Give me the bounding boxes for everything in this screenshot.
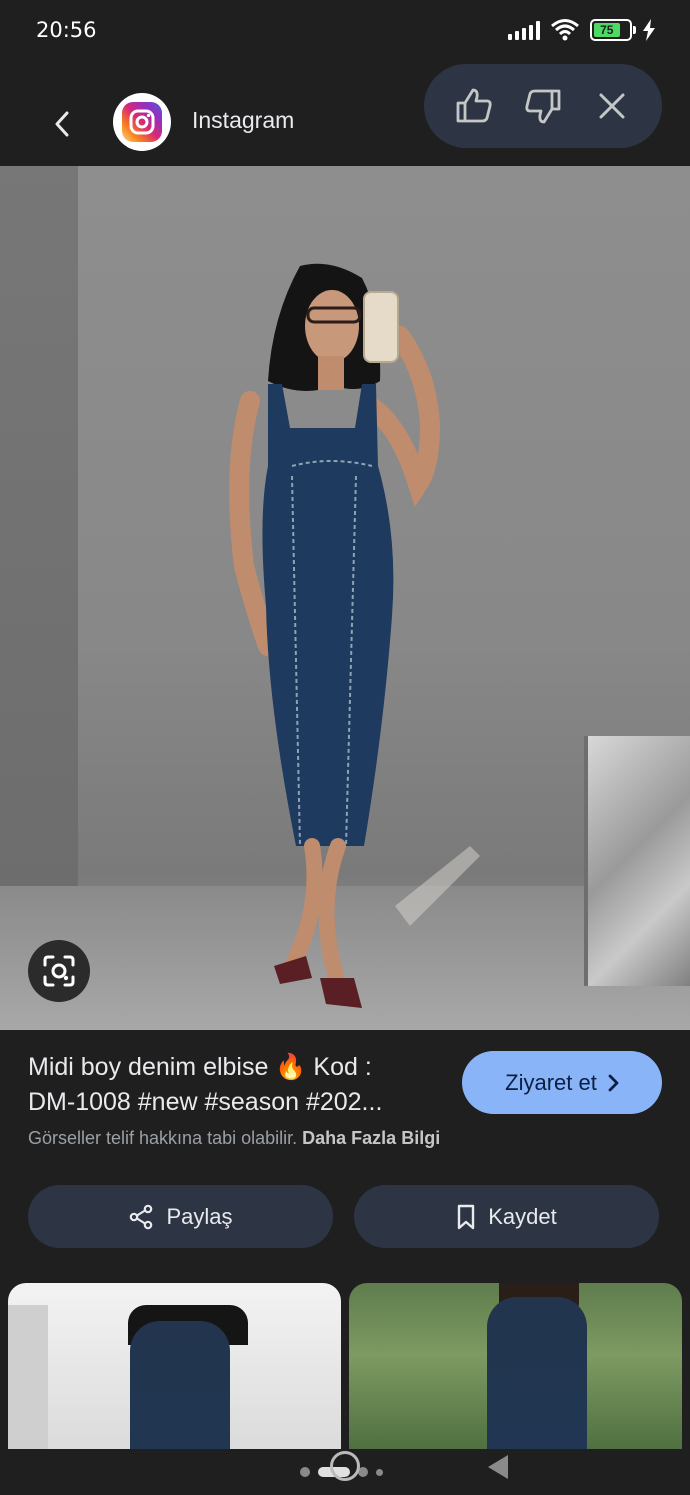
close-icon xyxy=(599,93,625,119)
feedback-pill xyxy=(424,64,662,148)
wifi-icon xyxy=(551,19,579,41)
status-bar: 20:56 75 xyxy=(0,0,690,62)
chevron-left-icon xyxy=(55,111,69,137)
chevron-right-icon xyxy=(608,1074,619,1091)
related-image-1[interactable] xyxy=(8,1283,341,1463)
source-name[interactable]: Instagram xyxy=(192,107,294,134)
related-image-2[interactable] xyxy=(349,1283,682,1463)
battery-icon: 75 xyxy=(590,19,636,41)
copyright-text: Görseller telif hakkına tabi olabilir. xyxy=(28,1128,298,1148)
page-dot xyxy=(376,1468,383,1476)
instagram-icon xyxy=(122,102,162,142)
instagram-logo[interactable] xyxy=(113,93,171,151)
caption-line-2: DM-1008 #new #season #202... xyxy=(28,1088,383,1116)
caption-line-1: Midi boy denim elbise 🔥 Kod : xyxy=(28,1053,372,1081)
system-nav-bar xyxy=(0,1449,690,1495)
close-button[interactable] xyxy=(588,82,636,130)
dislike-button[interactable] xyxy=(519,82,567,130)
result-caption[interactable]: Midi boy denim elbise 🔥 Kod : DM-1008 #n… xyxy=(28,1050,448,1120)
share-icon xyxy=(130,1204,153,1229)
home-button[interactable] xyxy=(330,1451,360,1481)
signal-icon xyxy=(508,20,540,40)
share-button[interactable]: Paylaş xyxy=(28,1185,333,1248)
share-label: Paylaş xyxy=(166,1203,233,1229)
status-time: 20:56 xyxy=(36,18,97,42)
thumbs-down-icon xyxy=(525,89,561,124)
back-button[interactable] xyxy=(44,106,80,142)
bolt-icon xyxy=(643,19,655,41)
thumbs-up-icon xyxy=(456,88,492,123)
visit-label: Ziyaret et xyxy=(505,1069,597,1095)
result-image[interactable] xyxy=(0,166,690,1030)
bookmark-icon xyxy=(458,1204,475,1229)
lens-icon xyxy=(43,955,75,987)
page-dot xyxy=(300,1467,310,1477)
more-info-link[interactable]: Daha Fazla Bilgi xyxy=(302,1128,440,1148)
copyright-notice: Görseller telif hakkına tabi olabilir. D… xyxy=(28,1128,440,1149)
save-label: Kaydet xyxy=(488,1203,557,1229)
back-nav-button[interactable] xyxy=(488,1455,508,1479)
battery-level: 75 xyxy=(594,23,620,37)
viewer-header: Instagram xyxy=(0,62,690,166)
status-icons: 75 xyxy=(508,18,656,42)
lens-search-button[interactable] xyxy=(28,940,90,1002)
visit-button[interactable]: Ziyaret et xyxy=(462,1051,662,1114)
metal-trunk xyxy=(584,736,690,986)
like-button[interactable] xyxy=(450,82,498,130)
save-button[interactable]: Kaydet xyxy=(354,1185,659,1248)
